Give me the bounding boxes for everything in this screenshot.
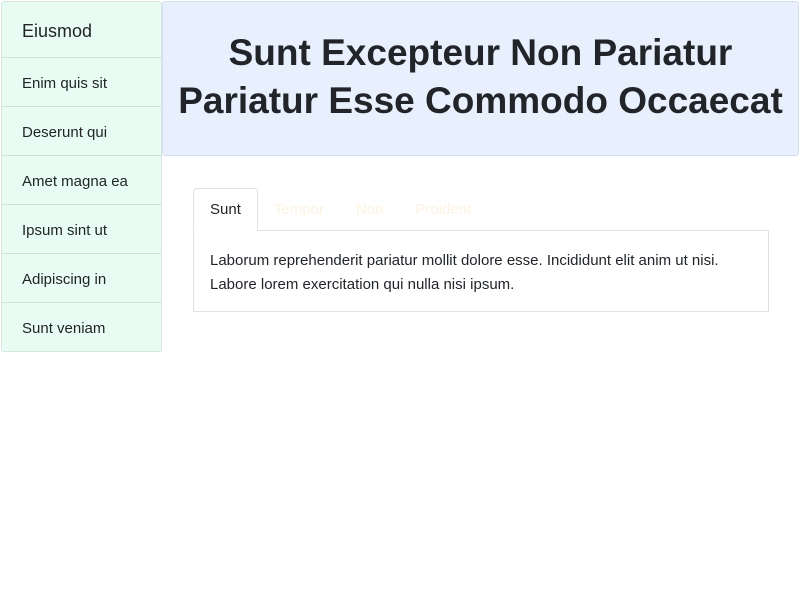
sidebar-item-ipsum-sint-ut[interactable]: Ipsum sint ut xyxy=(2,204,161,253)
sidebar-item-enim-quis-sit[interactable]: Enim quis sit xyxy=(2,57,161,106)
tab-panel-text: Laborum reprehenderit pariatur mollit do… xyxy=(210,252,719,293)
tab-proident[interactable]: Proident xyxy=(399,188,487,230)
tab-panel: Laborum reprehenderit pariatur mollit do… xyxy=(193,230,769,312)
tab-bar: Sunt Tempor Non Proident xyxy=(193,188,769,231)
page-title-line-1: Sunt Excepteur Non Pariatur xyxy=(228,32,733,73)
page-title-line-2: Pariatur Esse Commodo Occaecat xyxy=(178,80,783,121)
page-title: Sunt Excepteur Non Pariatur Pariatur Ess… xyxy=(178,29,783,125)
sidebar: Eiusmod Enim quis sit Deserunt qui Amet … xyxy=(1,1,162,352)
tab-tempor[interactable]: Tempor xyxy=(258,188,340,230)
sidebar-item-sunt-veniam[interactable]: Sunt veniam xyxy=(2,302,161,351)
sidebar-item-adipiscing-in[interactable]: Adipiscing in xyxy=(2,253,161,302)
sidebar-item-deserunt-qui[interactable]: Deserunt qui xyxy=(2,106,161,155)
sidebar-item-amet-magna-ea[interactable]: Amet magna ea xyxy=(2,155,161,204)
page-header: Sunt Excepteur Non Pariatur Pariatur Ess… xyxy=(162,1,799,156)
sidebar-title: Eiusmod xyxy=(22,21,93,41)
tab-non[interactable]: Non xyxy=(340,188,400,230)
tab-sunt[interactable]: Sunt xyxy=(193,188,258,231)
